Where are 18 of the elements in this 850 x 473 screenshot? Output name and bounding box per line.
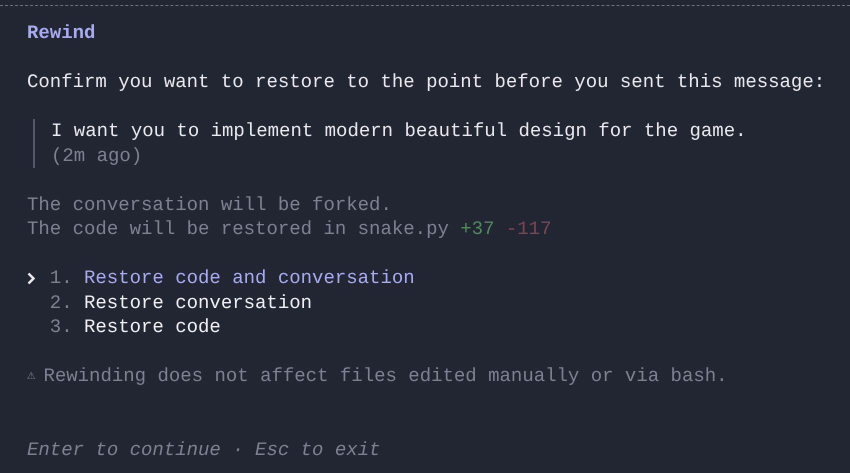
option-number: 3. [50,315,73,340]
added-lines-count: +37 [460,217,494,242]
dialog-title: Rewind [27,21,96,46]
restore-option[interactable]: Restore code and conversation [84,266,415,290]
warning-text: Rewinding does not affect files edited manually or via bash. [43,364,728,388]
removed-lines-count: -117 [506,217,552,242]
keyboard-hint: Enter to continue · Esc to exit [27,438,380,462]
chevron-icon [27,272,35,285]
prompt-text: Confirm you want to restore to the point before you sent this message: [27,70,826,94]
warning-icon: ⚠ [27,364,36,388]
note-text: The conversation will be forked. [27,192,392,217]
message-text: I want you to implement modern beautiful design for the game. [51,119,747,144]
restore-option[interactable]: Restore code [84,315,221,340]
option-number: 1. [50,266,73,290]
message-time: (2m ago) [51,144,142,168]
note-text: The code will be restored in snake.py [27,217,449,242]
restore-option[interactable]: Restore conversation [84,290,312,315]
option-number: 2. [50,290,73,315]
